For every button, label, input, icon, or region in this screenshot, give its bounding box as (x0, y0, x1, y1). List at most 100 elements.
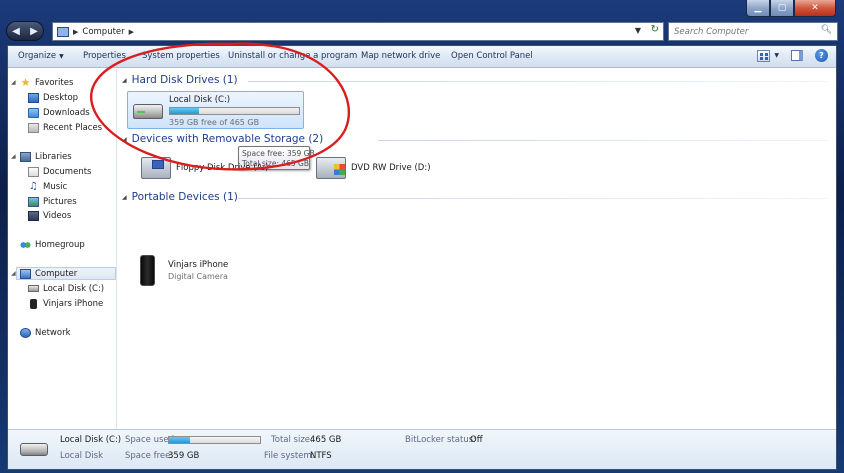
properties-button[interactable]: Properties (83, 51, 126, 61)
phone-icon (30, 298, 37, 309)
details-file-system-label: File system: (264, 451, 315, 461)
group-header-removable-storage[interactable]: ◢ Devices with Removable Storage (2) (122, 133, 323, 145)
maximize-icon: ▢ (777, 3, 787, 13)
address-dropdown-icon[interactable]: ▼ (635, 26, 641, 35)
nav-music[interactable]: ♫ Music (28, 180, 67, 193)
nav-label: Local Disk (C:) (43, 283, 105, 294)
address-bar[interactable]: ▶ Computer ▶ ▼ ↻ (52, 22, 664, 41)
nav-pictures[interactable]: Pictures (28, 195, 77, 208)
change-view-icon[interactable] (757, 49, 771, 62)
search-input[interactable] (669, 23, 814, 40)
forward-arrow-icon[interactable]: ▶ (30, 26, 38, 37)
organize-label: Organize (18, 51, 57, 61)
iphone-icon[interactable] (140, 255, 155, 286)
portable-device-type: Digital Camera (168, 272, 228, 281)
nav-desktop[interactable]: Desktop (28, 91, 78, 104)
nav-favorites[interactable]: ★ Favorites (20, 75, 74, 89)
group-divider (238, 198, 828, 199)
drive-tile-local-disk-c[interactable]: Local Disk (C:) 359 GB free of 465 GB (127, 91, 304, 129)
chevron-down-icon[interactable]: ▼ (774, 52, 779, 59)
map-network-drive-button[interactable]: Map network drive (361, 51, 440, 61)
drive-name: Local Disk (C:) (169, 95, 231, 105)
command-bar: Organize ▼ Properties System properties U… (8, 46, 836, 68)
refresh-icon[interactable]: ↻ (651, 24, 659, 35)
nav-homegroup[interactable]: Homegroup (20, 238, 85, 251)
collapse-triangle-icon[interactable]: ◢ (122, 136, 127, 143)
details-pane: Local Disk (C:) Local Disk Space used: S… (8, 429, 836, 469)
uninstall-program-button[interactable]: Uninstall or change a program (228, 51, 357, 61)
group-title: Devices with Removable Storage (2) (131, 133, 324, 145)
nav-label: Pictures (43, 196, 77, 207)
search-box[interactable]: 🔍︎ (668, 22, 838, 41)
close-icon: ✕ (811, 3, 819, 13)
collapse-triangle-icon[interactable]: ◢ (122, 194, 127, 201)
nav-computer[interactable]: Computer (16, 267, 116, 280)
desktop-icon (28, 92, 39, 103)
nav-label: Vinjars iPhone (43, 298, 104, 309)
hard-disk-icon (20, 443, 48, 456)
nav-libraries[interactable]: Libraries (20, 150, 72, 163)
nav-local-disk[interactable]: Local Disk (C:) (28, 282, 104, 295)
dvd-drive-icon (316, 157, 346, 179)
nav-iphone[interactable]: Vinjars iPhone (28, 297, 103, 310)
group-header-hard-disk-drives[interactable]: ◢ Hard Disk Drives (1) (122, 74, 238, 86)
details-space-free-label: Space free: (125, 451, 174, 461)
nav-label: Recent Places (43, 122, 103, 133)
network-icon (20, 327, 31, 338)
back-forward-buttons: ◀ ▶ (6, 21, 44, 41)
minimize-button[interactable]: ▁ (746, 0, 770, 17)
nav-documents[interactable]: Documents (28, 165, 91, 178)
device-floppy-drive[interactable]: Floppy Disk Drive (A:) (141, 157, 268, 179)
chevron-down-icon: ▼ (59, 53, 64, 60)
nav-recent-places[interactable]: Recent Places (28, 121, 102, 134)
group-title: Portable Devices (1) (131, 191, 238, 203)
preview-pane-icon[interactable] (791, 50, 803, 61)
drive-free-text: 359 GB free of 465 GB (169, 118, 260, 127)
minimize-icon: ▁ (754, 3, 762, 13)
nav-downloads[interactable]: Downloads (28, 106, 90, 119)
nav-label: Homegroup (35, 239, 85, 250)
content-area: ◢ Hard Disk Drives (1) Local Disk (C:) 35… (118, 69, 836, 429)
hard-disk-icon (28, 285, 39, 292)
expand-triangle-icon[interactable]: ◢ (11, 270, 16, 277)
help-icon[interactable]: ? (815, 49, 828, 62)
nav-label: Network (35, 327, 71, 338)
nav-videos[interactable]: Videos (28, 209, 71, 222)
system-properties-button[interactable]: System properties (142, 51, 220, 61)
device-dvd-drive[interactable]: DVD RW Drive (D:) (316, 157, 431, 179)
window-frame: ▁ ▢ ✕ ◀ ▶ ▶ Computer ▶ ▼ ↻ 🔍︎ Organize▼ … (0, 0, 844, 473)
floppy-drive-icon (141, 157, 171, 179)
portable-device-name[interactable]: Vinjars iPhone (168, 260, 228, 270)
music-icon: ♫ (29, 180, 38, 192)
open-control-panel-button[interactable]: Open Control Panel (451, 51, 533, 61)
details-file-system-value: NTFS (310, 451, 332, 461)
group-divider (248, 81, 828, 82)
nav-network[interactable]: Network (20, 326, 71, 339)
toolbar-right-group: ▼ ? (757, 49, 828, 62)
details-usage-bar (168, 436, 261, 444)
nav-label: Libraries (35, 151, 72, 162)
collapse-triangle-icon[interactable]: ◢ (122, 77, 127, 84)
recent-places-icon (28, 122, 39, 133)
breadcrumb-chevron-icon[interactable]: ▶ (73, 28, 78, 36)
nav-label: Favorites (35, 77, 74, 88)
nav-label: Desktop (43, 92, 79, 103)
expand-triangle-icon[interactable]: ◢ (11, 153, 16, 160)
device-label: Floppy Disk Drive (A:) (176, 163, 269, 173)
back-arrow-icon[interactable]: ◀ (12, 26, 20, 37)
organize-button[interactable]: Organize ▼ (18, 51, 64, 61)
search-icon[interactable]: 🔍︎ (821, 25, 832, 35)
close-button[interactable]: ✕ (794, 0, 836, 17)
maximize-button[interactable]: ▢ (770, 0, 794, 17)
documents-icon (28, 166, 39, 177)
expand-triangle-icon[interactable]: ◢ (11, 79, 16, 86)
details-bitlocker-value: Off (470, 435, 483, 445)
group-header-portable-devices[interactable]: ◢ Portable Devices (1) (122, 191, 238, 203)
navigation-pane: ◢ ★ Favorites Desktop Downloads Recent Pl… (8, 69, 117, 429)
nav-label: Videos (43, 210, 72, 221)
nav-label: Computer (35, 268, 78, 279)
breadcrumb-chevron-icon[interactable]: ▶ (129, 28, 134, 36)
details-total-size-value: 465 GB (310, 435, 342, 445)
star-icon: ★ (20, 75, 31, 89)
address-path[interactable]: Computer (82, 27, 124, 37)
